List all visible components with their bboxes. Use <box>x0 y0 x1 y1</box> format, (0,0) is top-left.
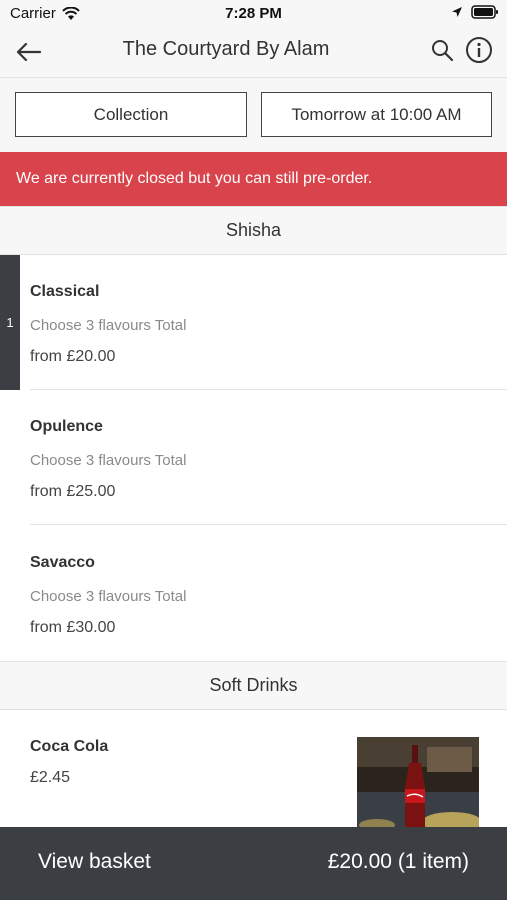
status-bar: Carrier 7:28 PM <box>0 0 507 28</box>
item-name: Opulence <box>30 418 103 435</box>
page-title: The Courtyard By Alam <box>122 38 330 60</box>
order-options: Collection Tomorrow at 10:00 AM <box>0 78 507 152</box>
basket-total: £20.00 (1 item) <box>327 850 469 873</box>
item-name: Savacco <box>30 554 95 571</box>
battery-icon <box>471 5 498 19</box>
item-price: £2.45 <box>30 769 71 786</box>
item-description: Choose 3 flavours Total <box>30 317 187 334</box>
section-header-shisha: Shisha <box>0 206 507 255</box>
search-button[interactable] <box>426 34 458 66</box>
divider <box>30 524 507 525</box>
item-price: from £25.00 <box>30 483 116 500</box>
app-header: The Courtyard By Alam <box>0 28 507 78</box>
location-arrow-icon <box>452 7 462 17</box>
info-icon <box>466 37 492 63</box>
search-icon <box>432 40 454 62</box>
section-header-soft-drinks: Soft Drinks <box>0 661 507 710</box>
collection-button[interactable]: Collection <box>15 92 247 137</box>
item-description: Choose 3 flavours Total <box>30 588 187 605</box>
item-description: Choose 3 flavours Total <box>30 452 187 469</box>
clock: 7:28 PM <box>225 5 282 22</box>
closed-banner: We are currently closed but you can stil… <box>0 152 507 206</box>
menu-item-coca-cola[interactable]: Coca Cola £2.45 <box>0 710 507 827</box>
menu-item-opulence[interactable]: Opulence Choose 3 flavours Total from £2… <box>0 390 507 525</box>
view-basket-bar[interactable]: View basket £20.00 (1 item) <box>0 827 507 900</box>
item-name: Coca Cola <box>30 738 109 755</box>
quantity-badge: 1 <box>0 255 20 390</box>
item-name: Classical <box>30 283 100 300</box>
item-price: from £20.00 <box>30 348 116 365</box>
menu-item-classical[interactable]: 1 Classical Choose 3 flavours Total from… <box>0 255 507 390</box>
coca-cola-photo <box>357 737 479 827</box>
info-button[interactable] <box>463 34 495 66</box>
view-basket-label: View basket <box>38 850 151 873</box>
item-price: from £30.00 <box>30 619 116 636</box>
menu-item-savacco[interactable]: Savacco Choose 3 flavours Total from £30… <box>0 526 507 661</box>
order-time-button[interactable]: Tomorrow at 10:00 AM <box>261 92 492 137</box>
